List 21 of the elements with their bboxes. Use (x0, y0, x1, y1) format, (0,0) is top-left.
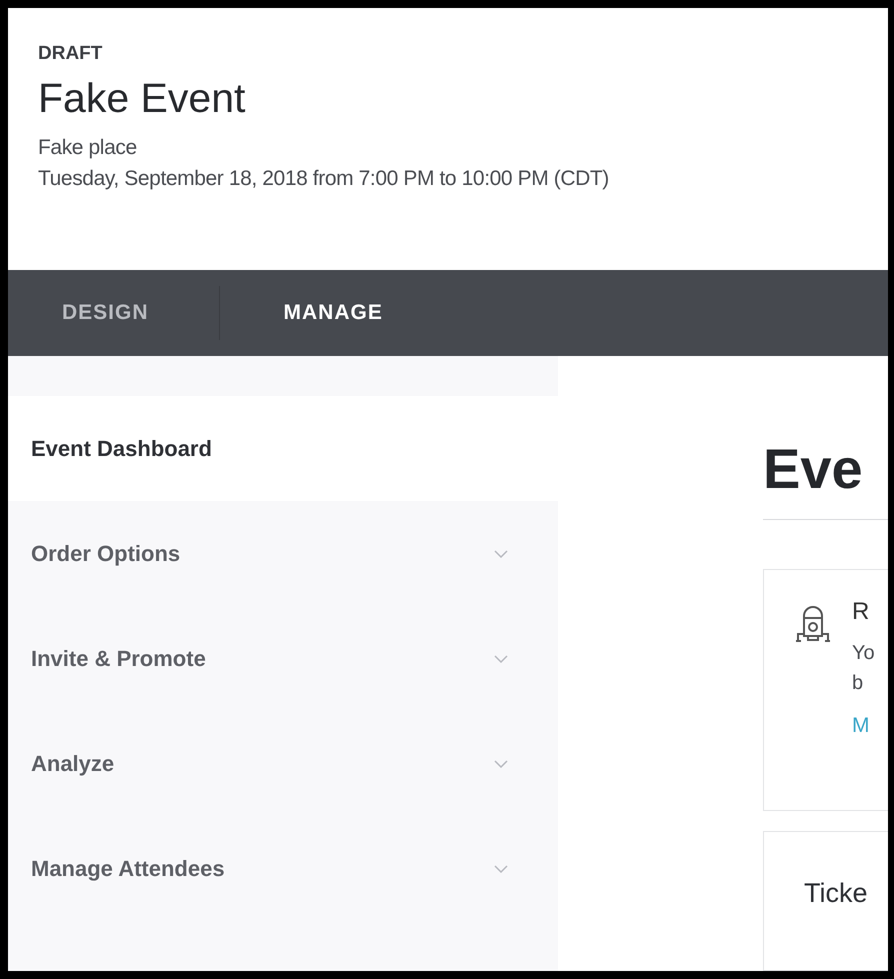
sidebar-item[interactable]: Event Dashboard (8, 396, 558, 501)
sidebar-item[interactable]: Manage Attendees (8, 816, 558, 921)
sidebar-item[interactable]: Order Options (8, 501, 558, 606)
sidebar-item-label: Event Dashboard (31, 436, 212, 462)
sidebar-item-label: Invite & Promote (31, 646, 206, 672)
sidebar-item-label: Analyze (31, 750, 114, 776)
nav-tab[interactable]: MANAGE (220, 285, 437, 342)
sidebar-item[interactable]: Invite & Promote (8, 606, 558, 711)
nav-tab[interactable]: DESIGN (8, 285, 219, 342)
card-title: R (852, 598, 870, 626)
event-place: Fake place (38, 136, 138, 160)
page-heading: Eve (763, 436, 864, 501)
status-label: DRAFT (38, 43, 104, 65)
card-text: b (852, 671, 864, 696)
sidebar-item-label: Order Options (31, 540, 180, 566)
sidebar-item[interactable]: Analyze (8, 711, 558, 816)
event-title: Fake Event (38, 75, 246, 122)
card-text: Yo (852, 641, 875, 666)
card-title: Ticke (804, 878, 869, 909)
event-datetime: Tuesday, September 18, 2018 from 7:00 PM to 10:00 PM (CDT) (38, 167, 610, 191)
sidebar-item-label: Manage Attendees (31, 856, 225, 882)
